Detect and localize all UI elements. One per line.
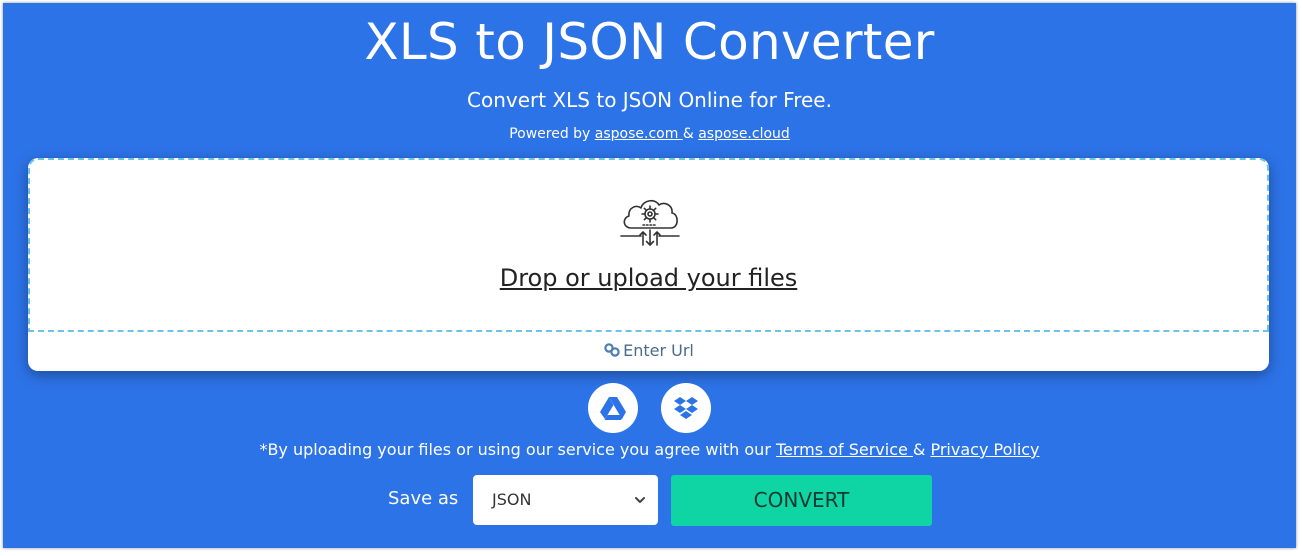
save-as-label: Save as [388, 488, 459, 509]
terms-agreement: *By uploading your files or using our se… [3, 439, 1296, 461]
output-format-select[interactable]: JSON [473, 475, 658, 525]
powered-by-amp: & [682, 126, 699, 142]
converter-panel: XLS to JSON Converter Convert XLS to JSO… [3, 3, 1296, 548]
cloud-gear-upload-icon [620, 199, 680, 246]
aspose-com-link[interactable]: aspose.com [595, 126, 683, 142]
file-dropzone[interactable]: Drop or upload your files [28, 158, 1269, 332]
google-drive-button[interactable] [588, 383, 638, 433]
privacy-policy-link[interactable]: Privacy Policy [930, 440, 1039, 459]
enter-url-link[interactable]: Enter Url [28, 341, 1269, 361]
output-format-value: JSON [492, 490, 532, 509]
agreement-text: *By uploading your files or using our se… [259, 440, 776, 459]
powered-by-line: Powered by aspose.com & aspose.cloud [3, 124, 1296, 144]
dropbox-icon [674, 397, 698, 419]
upload-card: Drop or upload your files Enter Url [28, 158, 1269, 371]
chevron-down-icon [635, 497, 645, 503]
aspose-cloud-link[interactable]: aspose.cloud [698, 126, 790, 142]
dropbox-button[interactable] [661, 383, 711, 433]
page-subtitle: Convert XLS to JSON Online for Free. [467, 88, 832, 112]
enter-url-label: Enter Url [623, 341, 694, 360]
powered-by-prefix: Powered by [509, 126, 595, 142]
terms-of-service-link[interactable]: Terms of Service [776, 440, 913, 459]
link-icon [604, 343, 620, 357]
agreement-amp: & [912, 440, 931, 459]
drop-upload-link[interactable]: Drop or upload your files [30, 262, 1267, 294]
page-title: XLS to JSON Converter [364, 13, 935, 71]
convert-button[interactable]: CONVERT [671, 475, 932, 526]
google-drive-icon [600, 397, 626, 420]
